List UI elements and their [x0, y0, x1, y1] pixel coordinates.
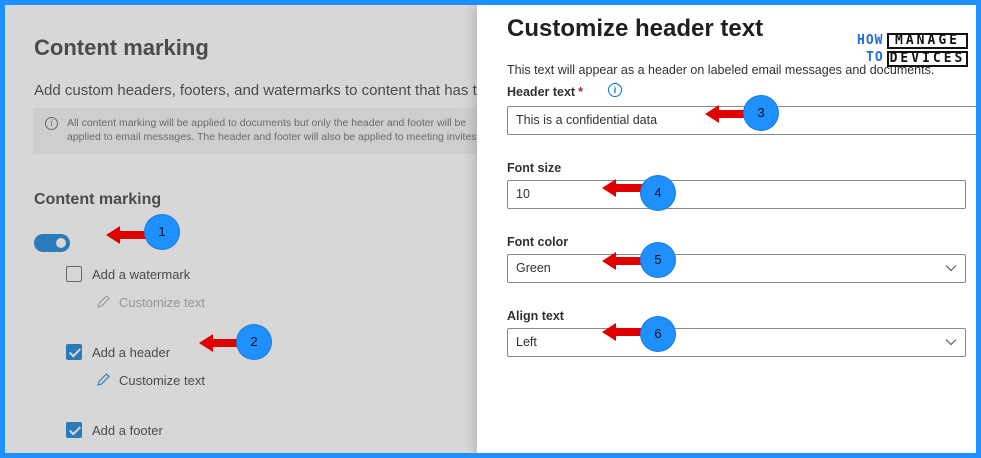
align-text-label: Align text — [507, 309, 564, 323]
info-icon[interactable]: i — [608, 83, 622, 97]
panel-title: Customize header text — [507, 15, 764, 42]
chevron-down-icon — [945, 339, 957, 346]
annotation-arrow-4 — [602, 179, 644, 197]
logo-to: TO — [866, 50, 884, 65]
font-color-value: Green — [516, 261, 551, 275]
content-marking-toggle[interactable] — [34, 234, 70, 252]
info-icon: i — [45, 117, 58, 130]
toggle-knob — [56, 238, 66, 248]
font-size-label: Font size — [507, 161, 562, 175]
pencil-icon — [97, 373, 110, 386]
required-marker: * — [578, 85, 583, 99]
pencil-icon — [97, 295, 110, 308]
align-text-dropdown[interactable]: Left — [507, 328, 966, 357]
customize-header-panel: Customize header text This text will app… — [477, 5, 976, 453]
annotation-arrow-5 — [602, 252, 644, 270]
watermark-customize-link[interactable]: Customize text — [119, 295, 205, 310]
header-customize-link[interactable]: Customize text — [119, 373, 205, 388]
logo-how: HOW — [857, 33, 884, 48]
annotation-arrow-3 — [705, 105, 747, 123]
header-label: Add a header — [92, 345, 171, 360]
font-color-label: Font color — [507, 235, 569, 249]
font-color-dropdown[interactable]: Green — [507, 254, 966, 283]
annotation-badge-2: 2 — [237, 325, 271, 359]
info-message-bar: i All content marking will be applied to… — [33, 108, 477, 154]
page-title: Content marking — [34, 35, 209, 60]
annotation-badge-5: 5 — [641, 243, 675, 277]
info-message-text: All content marking will be applied to d… — [67, 117, 477, 143]
header-checkbox[interactable] — [66, 344, 82, 360]
font-size-input[interactable]: 10 — [507, 180, 966, 209]
content-marking-page: Content marking Add custom headers, foot… — [5, 5, 477, 453]
overlay-dim — [5, 5, 477, 453]
annotation-badge-1: 1 — [145, 215, 179, 249]
align-text-value: Left — [516, 335, 537, 349]
footer-checkbox[interactable] — [66, 422, 82, 438]
chevron-down-icon — [945, 265, 957, 272]
annotation-arrow-6 — [602, 323, 644, 341]
watermark-label: Add a watermark — [92, 267, 191, 282]
page-description: Add custom headers, footers, and waterma… — [34, 82, 477, 99]
section-title: Content marking — [34, 191, 162, 208]
footer-label: Add a footer — [92, 423, 163, 438]
logo-manage: MANAGE — [887, 33, 968, 49]
annotation-badge-4: 4 — [641, 176, 675, 210]
header-text-label: Header text * — [507, 85, 583, 99]
annotation-arrow-1 — [106, 226, 148, 244]
watermark-checkbox[interactable] — [66, 266, 82, 282]
logo-devices: DEVICES — [887, 51, 968, 67]
annotation-badge-3: 3 — [744, 96, 778, 130]
annotation-arrow-2 — [199, 334, 241, 352]
annotation-badge-6: 6 — [641, 317, 675, 351]
how-to-manage-devices-logo: HOW TO MANAGE DEVICES — [857, 31, 971, 69]
